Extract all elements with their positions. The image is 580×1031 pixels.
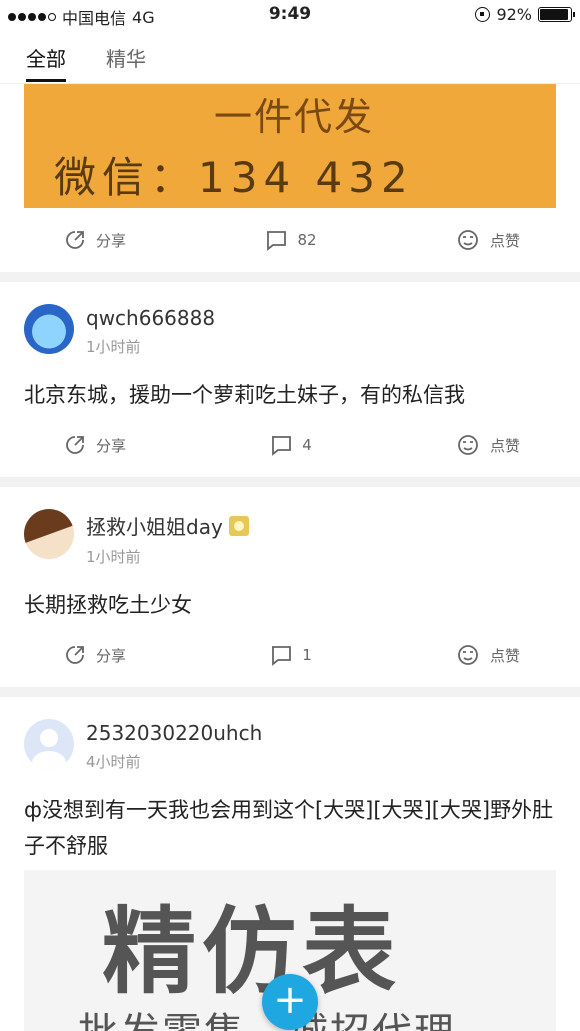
feed[interactable]: 一件代发 微信：134 432 5986 分享 82 点赞 qwch666888… [0,84,580,1031]
post-card[interactable]: qwch666888 1小时前 北京东城，援助一个萝莉吃土妹子，有的私信我 [0,282,580,413]
avatar[interactable] [24,304,74,354]
like-button[interactable]: 点赞 [456,434,520,456]
like-button[interactable]: 点赞 [456,644,520,666]
like-face-icon [458,645,478,665]
divider [0,687,580,697]
post-actions: 分享 4 点赞 [0,413,580,477]
compose-plus-button[interactable]: + [262,974,318,1030]
divider [0,477,580,487]
rotation-lock-icon [475,7,491,22]
post-actions: 分享 82 点赞 [0,208,580,272]
share-icon [66,231,84,249]
avatar[interactable] [24,509,74,559]
share-button[interactable]: 分享 [64,229,126,251]
share-icon [66,436,84,454]
status-bar: 中国电信 4G 9:49 92% [0,0,580,30]
post-text[interactable]: 北京东城，援助一个萝莉吃土妹子，有的私信我 [24,377,556,413]
comment-icon [272,436,292,456]
post-text[interactable]: ф没想到有一天我也会用到这个[大哭][大哭][大哭]野外肚子不舒服 [24,792,556,864]
vip-badge-icon [228,515,249,536]
default-avatar-icon[interactable] [24,719,74,769]
username[interactable]: qwch666888 [86,306,215,330]
post-time: 4小时前 [86,753,141,771]
image-headline: 精仿表 [102,898,403,1007]
share-button[interactable]: 分享 [64,644,126,666]
tab-bar: 全部 精华 [0,30,580,84]
username[interactable]: 2532030220uhch [86,721,262,745]
post-text[interactable]: 长期拯救吃土少女 [24,587,556,623]
banner-line2: 微信：134 432 5986 [54,153,414,208]
like-face-icon [458,230,478,250]
battery-percent: 92% [496,5,532,24]
comment-button[interactable]: 82 [265,229,317,251]
post-time: 1小时前 [86,548,141,566]
tab-all[interactable]: 全部 [26,30,66,84]
tab-featured[interactable]: 精华 [106,30,146,84]
comment-button[interactable]: 1 [270,644,312,666]
share-icon [66,646,84,664]
username[interactable]: 拯救小姐姐day [86,511,249,540]
divider [0,272,580,282]
comment-icon [272,646,292,666]
comment-button[interactable]: 4 [270,434,312,456]
ad-banner-image[interactable]: 一件代发 微信：134 432 5986 [24,84,556,208]
battery-icon [538,7,575,22]
comment-icon [267,231,287,251]
post-actions: 分享 1 点赞 [0,623,580,687]
post-card[interactable]: 拯救小姐姐day 1小时前 长期拯救吃土少女 [0,487,580,623]
like-button[interactable]: 点赞 [456,229,520,251]
share-button[interactable]: 分享 [64,434,126,456]
like-face-icon [458,435,478,455]
banner-line1: 一件代发 [214,95,375,139]
post-time: 1小时前 [86,338,141,356]
